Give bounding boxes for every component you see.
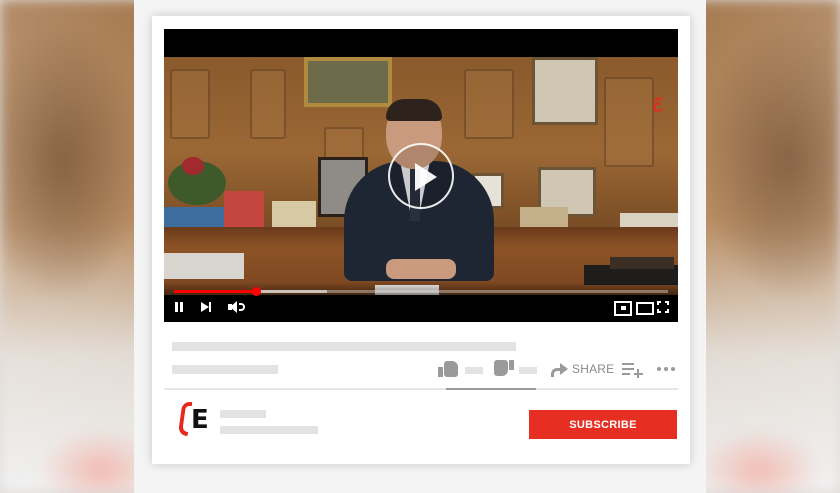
desk-items-left — [164, 253, 244, 279]
wall-panel — [170, 69, 210, 139]
more-icon[interactable] — [656, 359, 678, 379]
channel-logo[interactable]: E — [177, 400, 209, 440]
video-views-placeholder — [172, 365, 278, 374]
painting-sketch — [532, 57, 598, 125]
fullscreen-icon[interactable] — [657, 300, 669, 314]
progress-scrubber[interactable] — [251, 287, 261, 296]
video-embed-card: ℰ SHARE E SUBSCRIBE — [152, 16, 690, 464]
channel-name-placeholder — [220, 410, 266, 418]
book-stack-left — [224, 191, 264, 231]
progress-bar[interactable] — [174, 287, 668, 296]
wall-panel — [464, 69, 514, 139]
book-stack-left — [272, 201, 316, 229]
play-icon[interactable] — [388, 143, 454, 209]
share-label: SHARE — [572, 362, 615, 376]
speaker-hands — [386, 259, 456, 279]
next-icon[interactable] — [201, 300, 213, 314]
wall-panel — [604, 77, 654, 167]
like-count-placeholder — [465, 367, 483, 374]
channel-watermark-icon: ℰ — [652, 95, 663, 115]
channel-subscribers-placeholder — [220, 426, 318, 434]
sentiment-bar — [446, 388, 536, 390]
video-title-placeholder — [172, 342, 516, 351]
section-divider — [164, 388, 678, 390]
desk-books-right — [610, 257, 674, 269]
progress-played — [174, 290, 256, 293]
pause-icon[interactable] — [174, 300, 184, 314]
flower-plant-bloom — [182, 157, 204, 175]
theater-icon[interactable] — [636, 300, 654, 315]
book-stack-right — [520, 207, 568, 229]
dislike-icon[interactable] — [492, 359, 514, 379]
subscribe-button[interactable]: SUBSCRIBE — [529, 410, 677, 439]
wall-panel — [250, 69, 286, 139]
speaker-hair — [386, 99, 442, 121]
miniplayer-icon[interactable] — [614, 300, 632, 316]
dislike-count-placeholder — [519, 367, 537, 374]
like-icon[interactable] — [438, 359, 460, 379]
video-player[interactable]: ℰ — [164, 29, 678, 322]
painting-gold-frame — [304, 57, 392, 107]
share-button[interactable]: SHARE — [549, 360, 614, 378]
save-to-playlist-icon[interactable] — [622, 359, 644, 379]
share-icon — [549, 362, 569, 377]
